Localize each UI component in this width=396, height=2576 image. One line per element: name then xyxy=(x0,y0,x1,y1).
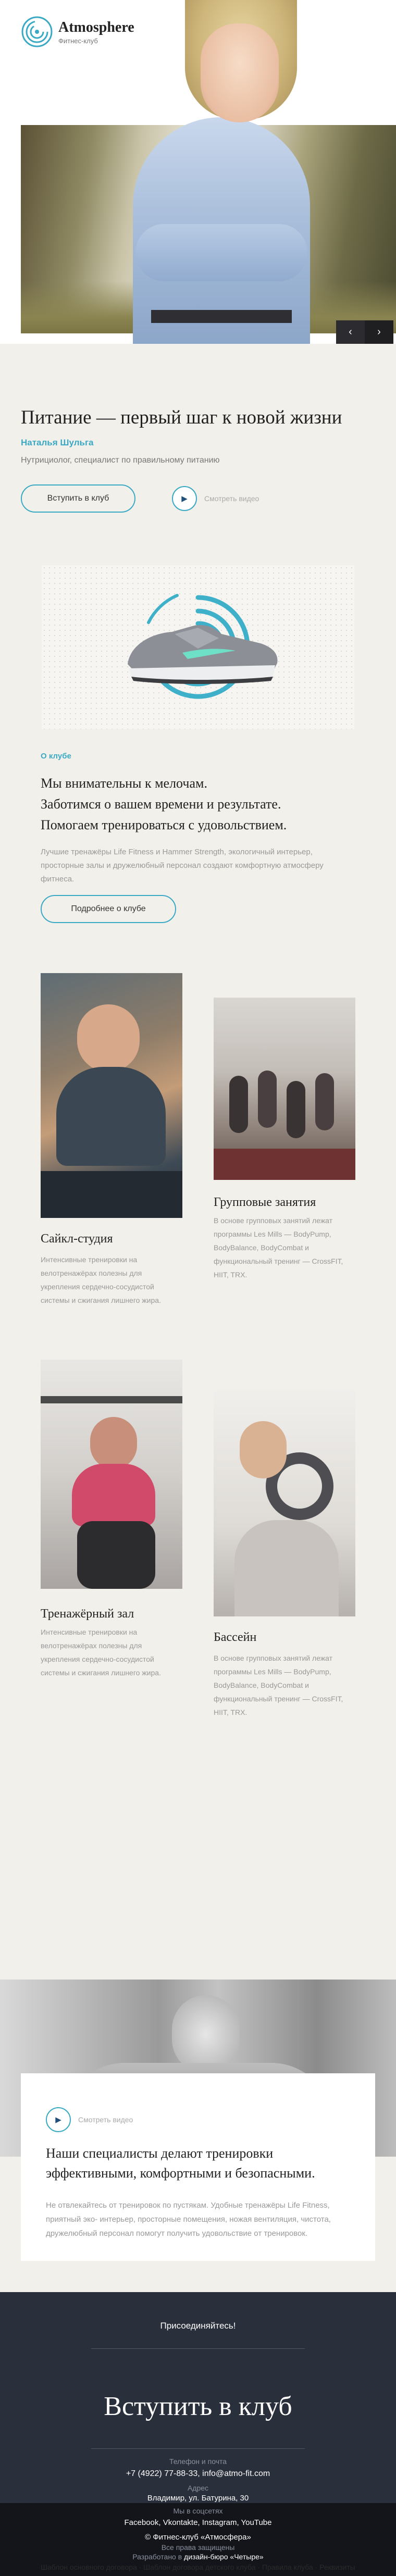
footer-link[interactable]: Шаблон договора детского клуба xyxy=(143,2563,255,2571)
footer-link[interactable]: Реквизиты xyxy=(319,2563,355,2571)
contact-label: Телефон и почта xyxy=(169,2457,227,2466)
join-club-button[interactable]: Вступить в клуб xyxy=(21,484,135,513)
athlete-head xyxy=(172,1995,240,2073)
join-heading[interactable]: Вступить в клуб xyxy=(0,2391,396,2422)
jumper xyxy=(287,1081,305,1138)
slider-nav: ‹ › xyxy=(336,320,393,344)
about-heading-line: Заботимся о вашем времени и результате. xyxy=(41,797,281,812)
jumper xyxy=(315,1073,334,1130)
logo-name: Atmosphere xyxy=(58,19,134,35)
specialists-heading: Наши специалисты делают тренировки эффек… xyxy=(46,2144,369,2183)
divider xyxy=(91,2348,305,2349)
gym-image[interactable] xyxy=(41,1360,182,1589)
trainer-crossed-arms xyxy=(135,224,307,281)
divider xyxy=(91,2448,305,2449)
logo-subtitle: Фитнес-клуб xyxy=(58,36,98,45)
pool-image[interactable] xyxy=(214,1390,355,1616)
about-text: Лучшие тренажёры Life Fitness и Hammer S… xyxy=(41,848,324,883)
athlete-shirt xyxy=(56,1067,166,1166)
cycle-studio-image[interactable] xyxy=(41,973,182,1218)
developer-link[interactable]: дизайн-бюро «Четыре» xyxy=(184,2553,264,2561)
contact-label: Адрес xyxy=(187,2484,209,2492)
barbell xyxy=(41,1396,182,1403)
video-label: Смотреть видео xyxy=(78,2115,133,2124)
floor xyxy=(214,1149,355,1180)
class-text: Интенсивные тренировки на велотренажёрах… xyxy=(41,1255,161,1304)
contact-phone-email[interactable]: +7 (4922) 77-88-33, info@atmo-fit.com xyxy=(0,2469,396,2479)
sneaker-illustration xyxy=(128,594,278,699)
bike xyxy=(41,1171,182,1218)
contact-address: Владимир, ул. Батурина, 30 xyxy=(147,2494,249,2503)
class-title[interactable]: Групповые занятия xyxy=(214,1196,316,1210)
video-label: Смотреть видео xyxy=(204,494,259,503)
jumper xyxy=(258,1071,277,1128)
group-classes-image[interactable] xyxy=(214,998,355,1180)
social-links[interactable]: Facebook, Vkontakte, Instagram, YouTube xyxy=(0,2518,396,2527)
trainer-face xyxy=(201,23,279,122)
about-more-button[interactable]: Подробнее о клубе xyxy=(41,895,176,923)
trainer-role: Нутрициолог, специалист по правильному п… xyxy=(21,456,220,465)
athlete-head xyxy=(240,1421,287,1478)
footer-copyright: © Фитнес-клуб «Атмосфера» xyxy=(145,2533,251,2542)
athlete-head xyxy=(77,1004,140,1072)
specialists-video-link[interactable]: ▶ Смотреть видео xyxy=(46,2107,133,2132)
class-title[interactable]: Бассейн xyxy=(214,1631,256,1645)
hero-slider: Atmosphere Фитнес-клуб ‹ › xyxy=(0,0,396,344)
about-section-label: О клубе xyxy=(41,752,71,761)
specialists-heading-line: эффективными, комфортными и безопасными. xyxy=(46,2166,315,2181)
logo[interactable]: Atmosphere Фитнес-клуб xyxy=(21,16,134,48)
footer-links: Шаблон основного договора · Шаблон догов… xyxy=(41,2563,355,2571)
class-text: Интенсивные тренировки на велотренажёрах… xyxy=(41,1628,161,1677)
footer-link[interactable]: Правила клуба xyxy=(262,2563,313,2571)
footer-developer: Разработано в дизайн-бюро «Четыре» xyxy=(0,2553,396,2561)
logo-icon xyxy=(21,16,53,47)
class-text: В основе групповых занятий лежат програм… xyxy=(214,1654,343,1716)
club-image-frame xyxy=(42,565,354,729)
athlete-top xyxy=(72,1464,155,1526)
jumper xyxy=(229,1076,248,1133)
slider-prev-button[interactable]: ‹ xyxy=(336,320,365,344)
footer-rights: Все права защищены xyxy=(161,2543,235,2552)
class-title[interactable]: Сайкл-студия xyxy=(41,1232,113,1246)
play-icon: ▶ xyxy=(46,2107,71,2132)
specialists-text: Не отвлекайтесь от тренировок по пустяка… xyxy=(46,2201,331,2238)
trainer-name[interactable]: Наталья Шульга xyxy=(21,438,94,448)
trainer-belt xyxy=(151,310,292,323)
about-heading-line: Помогаем тренироваться с удовольствием. xyxy=(41,817,287,832)
contact-label: Мы в соцсетях xyxy=(173,2507,223,2515)
class-text: В основе групповых занятий лежат програм… xyxy=(214,1216,343,1279)
athlete-head xyxy=(90,1417,137,1469)
join-subtitle: Присоединяйтесь! xyxy=(160,2321,236,2331)
developer-prefix: Разработано в xyxy=(132,2553,184,2561)
about-heading-line: Мы внимательны к мелочам. xyxy=(41,776,207,791)
play-icon: ▶ xyxy=(172,486,197,511)
athlete-legs xyxy=(77,1521,155,1589)
trainer-video-link[interactable]: ▶ Смотреть видео xyxy=(172,486,259,511)
trainer-slide-title: Питание — первый шаг к новой жизни xyxy=(21,407,342,428)
specialists-heading-line: Наши специалисты делают тренировки xyxy=(46,2146,274,2161)
footer-link[interactable]: Шаблон основного договора xyxy=(41,2563,137,2571)
about-heading: Мы внимательны к мелочам. Заботимся о ва… xyxy=(41,773,364,836)
slider-next-button[interactable]: › xyxy=(365,320,393,344)
athlete-body xyxy=(234,1520,339,1616)
class-title[interactable]: Тренажёрный зал xyxy=(41,1607,134,1621)
